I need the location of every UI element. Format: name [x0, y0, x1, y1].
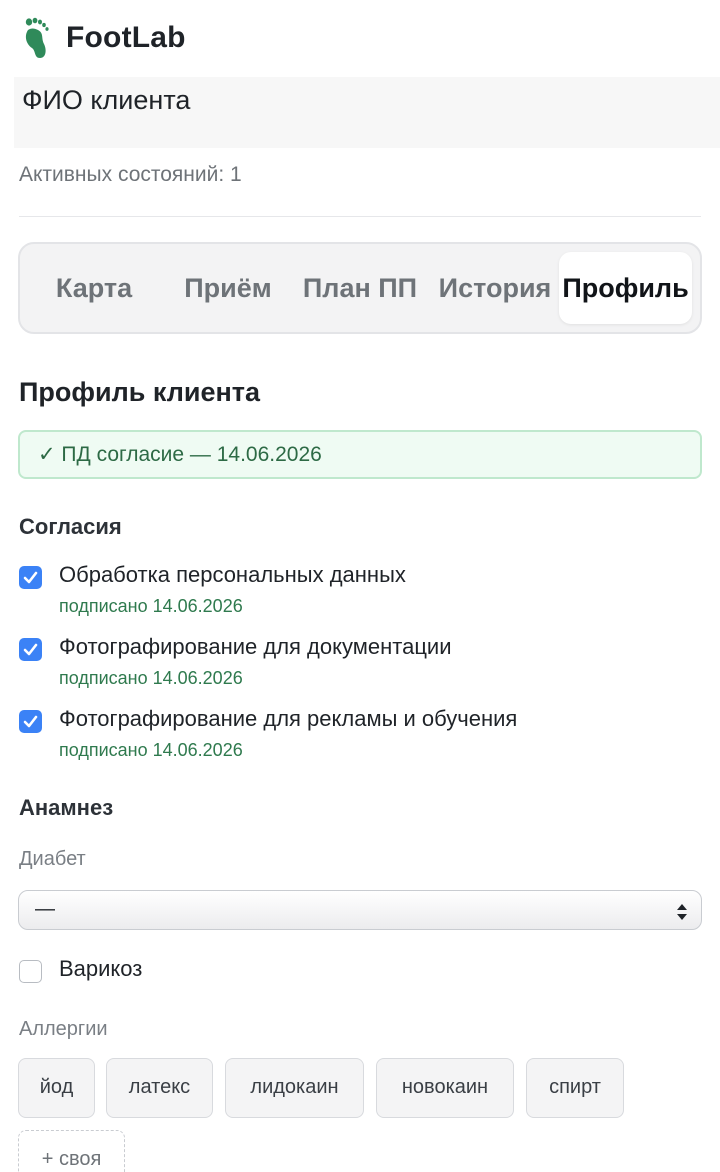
app-header: FootLab — [0, 0, 720, 76]
consent-item: Фотографирование для документации подпис… — [19, 634, 709, 690]
client-name: ФИО клиента — [22, 85, 191, 115]
tab-bar: Карта Приём План ПП История Профиль — [18, 242, 702, 334]
footprints-icon — [20, 16, 54, 60]
tab-history[interactable]: История — [432, 252, 558, 324]
anamnesis-heading: Анамнез — [19, 795, 114, 820]
consent-status-banner: ✓ ПД согласие — 14.06.2026 — [18, 430, 702, 479]
consent-signed-date: подписано 14.06.2026 — [59, 740, 243, 760]
consent-signed-date: подписано 14.06.2026 — [59, 668, 243, 688]
app-brand: FootLab — [66, 21, 186, 54]
client-name-field[interactable]: ФИО клиента — [14, 77, 720, 148]
consents-heading: Согласия — [19, 514, 122, 539]
consent-checkbox-photo-docs[interactable] — [19, 638, 42, 661]
allergies-label: Аллергии — [19, 1018, 108, 1040]
consent-label: Фотографирование для рекламы и обучения — [59, 706, 518, 731]
divider — [19, 216, 701, 217]
consent-item: Фотографирование для рекламы и обучения … — [19, 706, 709, 762]
tab-plan[interactable]: План ПП — [298, 252, 422, 324]
consent-checkbox-photo-ads[interactable] — [19, 710, 42, 733]
allergy-chip-alcohol[interactable]: спирт — [526, 1058, 624, 1118]
consent-label: Фотографирование для документации — [59, 634, 452, 659]
consent-item: Обработка персональных данных подписано … — [19, 562, 709, 618]
diabetes-select[interactable]: — — [18, 890, 702, 930]
varicose-label: Варикоз — [59, 956, 143, 981]
consent-label: Обработка персональных данных — [59, 562, 406, 587]
tab-card[interactable]: Карта — [34, 252, 154, 324]
consent-checkbox-personal-data[interactable] — [19, 566, 42, 589]
tab-appointment[interactable]: Приём — [170, 252, 286, 324]
diabetes-label: Диабет — [19, 848, 86, 870]
varicose-checkbox[interactable] — [19, 960, 42, 983]
allergy-chip-lidocaine[interactable]: лидокаин — [225, 1058, 364, 1118]
profile-title: Профиль клиента — [19, 377, 261, 407]
diabetes-select-value: — — [35, 898, 55, 920]
add-custom-allergy-button[interactable]: + своя — [18, 1130, 125, 1172]
allergy-chip-novocaine[interactable]: новокаин — [376, 1058, 514, 1118]
tab-profile[interactable]: Профиль — [559, 252, 692, 324]
active-states-count: Активных состояний: 1 — [19, 163, 242, 186]
allergy-chip-latex[interactable]: латекс — [106, 1058, 213, 1118]
select-arrows-icon — [675, 899, 689, 921]
allergy-chip-iodine[interactable]: йод — [18, 1058, 95, 1118]
varicose-row: Варикоз — [19, 956, 709, 988]
consent-signed-date: подписано 14.06.2026 — [59, 596, 243, 616]
